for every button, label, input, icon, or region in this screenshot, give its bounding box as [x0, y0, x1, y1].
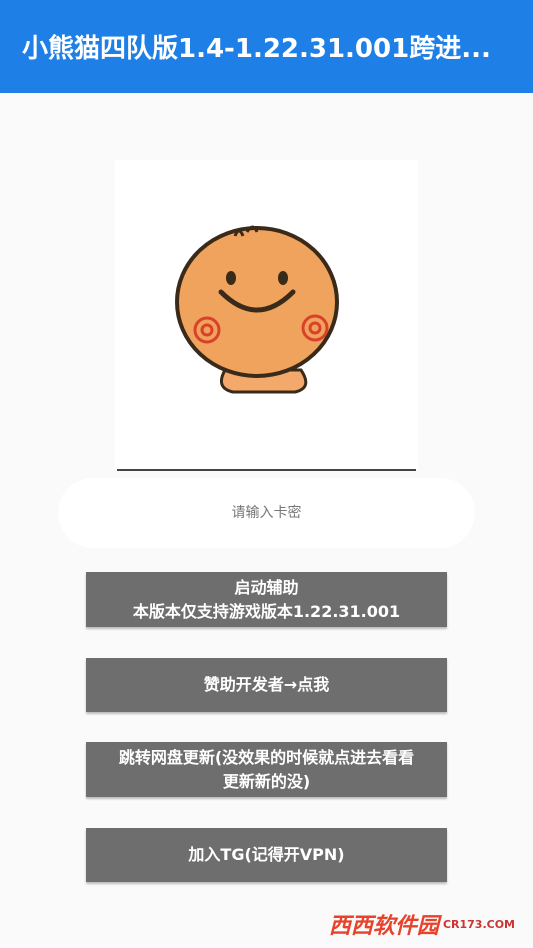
- card-key-input[interactable]: [134, 504, 399, 522]
- watermark-text: 西西软件园: [328, 914, 439, 939]
- site-watermark: 西西软件园 CR173.COM: [329, 906, 515, 942]
- start-assist-version-note: 本版本仅支持游戏版本1.22.31.001: [132, 601, 401, 621]
- cloud-update-label-line2: 更新新的没): [222, 771, 311, 791]
- cloud-update-button[interactable]: 跳转网盘更新(没效果的时候就点进去看看 更新新的没): [86, 742, 447, 797]
- join-telegram-label: 加入TG(记得开VPN): [188, 845, 345, 864]
- card-key-field[interactable]: [58, 478, 475, 548]
- start-assist-button[interactable]: 启动辅助 本版本仅支持游戏版本1.22.31.001: [86, 572, 447, 627]
- watermark-sub: CR173.COM: [442, 917, 515, 931]
- input-underline: [117, 469, 416, 471]
- cloud-update-label-line1: 跳转网盘更新(没效果的时候就点进去看看: [118, 747, 415, 767]
- join-telegram-button[interactable]: 加入TG(记得开VPN): [86, 828, 447, 882]
- start-assist-label: 启动辅助: [234, 577, 299, 597]
- sponsor-developer-button[interactable]: 赞助开发者→点我: [86, 658, 447, 712]
- sponsor-developer-label: 赞助开发者→点我: [203, 675, 330, 694]
- app-title: 小熊猫四队版1.4-1.22.31.001跨进...: [22, 34, 491, 64]
- app-bar: 小熊猫四队版1.4-1.22.31.001跨进...: [0, 0, 533, 93]
- smiling-face-icon: [175, 225, 339, 394]
- avatar-card: [115, 160, 418, 470]
